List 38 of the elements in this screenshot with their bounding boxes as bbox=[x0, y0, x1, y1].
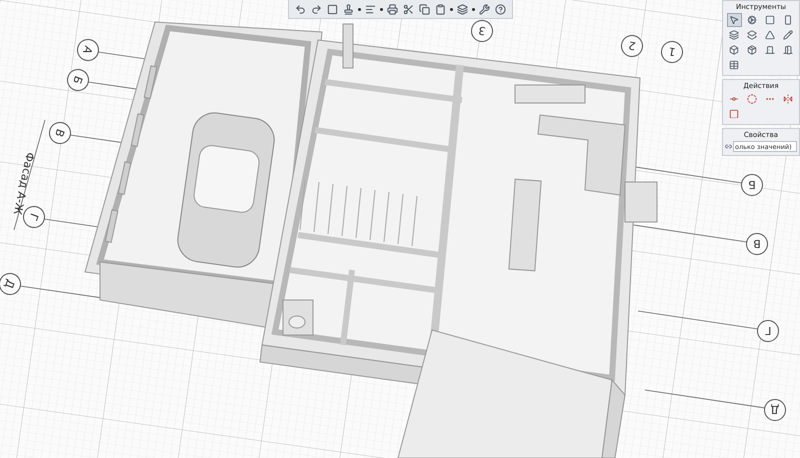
dropdown-dot-icon[interactable] bbox=[380, 8, 383, 10]
copy-button[interactable] bbox=[418, 2, 431, 16]
block-icon bbox=[729, 45, 739, 55]
redo-icon bbox=[311, 4, 322, 14]
stamp-button[interactable] bbox=[342, 2, 355, 16]
circle-points-icon bbox=[747, 94, 757, 104]
paste-button[interactable] bbox=[434, 2, 447, 16]
undo-icon bbox=[295, 4, 306, 14]
pencil-icon bbox=[783, 30, 793, 40]
help-button[interactable] bbox=[494, 2, 507, 16]
dropdown-dot-icon[interactable] bbox=[358, 8, 361, 10]
pencil-tool[interactable] bbox=[780, 28, 796, 42]
square-button[interactable] bbox=[326, 2, 339, 16]
undo-button[interactable] bbox=[294, 2, 307, 16]
paste-icon bbox=[435, 4, 446, 14]
stamp-icon bbox=[343, 4, 354, 14]
circle-points-button[interactable] bbox=[744, 92, 760, 106]
cut-icon bbox=[403, 4, 414, 14]
printer-button[interactable] bbox=[386, 2, 399, 16]
align-icon bbox=[365, 4, 376, 14]
pointer-icon bbox=[729, 15, 739, 25]
printer-icon bbox=[387, 4, 398, 14]
layers-icon bbox=[457, 4, 468, 14]
wrench-icon bbox=[479, 4, 490, 14]
link-icon[interactable] bbox=[725, 142, 732, 151]
mirror-icon bbox=[783, 94, 793, 104]
help-icon bbox=[495, 4, 506, 14]
copy-icon bbox=[419, 4, 430, 14]
dropdown-dot-icon[interactable] bbox=[472, 8, 475, 10]
dropdown-dot-icon[interactable] bbox=[450, 8, 453, 10]
gears-icon bbox=[747, 15, 757, 25]
redo-button[interactable] bbox=[310, 2, 323, 16]
door-icon bbox=[765, 45, 775, 55]
square-icon bbox=[327, 4, 338, 14]
cut-button[interactable] bbox=[402, 2, 415, 16]
pointer-tool[interactable] bbox=[726, 13, 742, 27]
wrench-button[interactable] bbox=[478, 2, 491, 16]
layers-button[interactable] bbox=[456, 2, 469, 16]
